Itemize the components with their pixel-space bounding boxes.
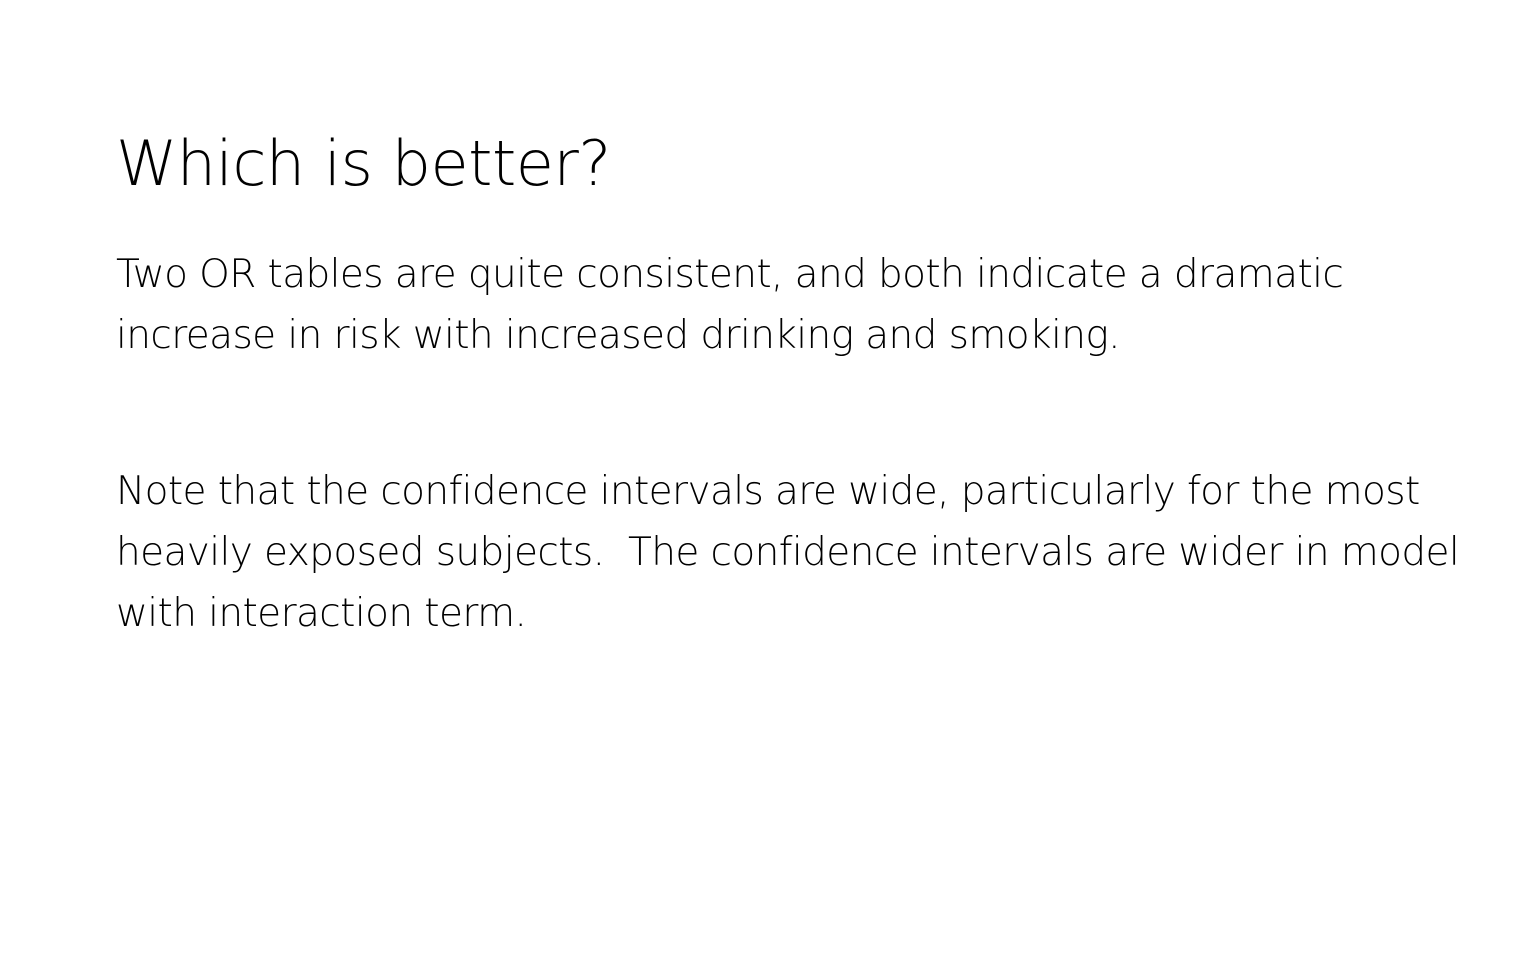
slide-title: Which is better? <box>116 127 611 200</box>
paragraph-or-tables: Two OR tables are quite consistent, and … <box>116 252 1344 358</box>
slide-body: Two OR tables are quite consistent, and … <box>116 244 1496 644</box>
paragraph-confidence-intervals: Note that the confidence intervals are w… <box>116 469 1471 636</box>
slide: Which is better? Two OR tables are quite… <box>0 0 1536 960</box>
